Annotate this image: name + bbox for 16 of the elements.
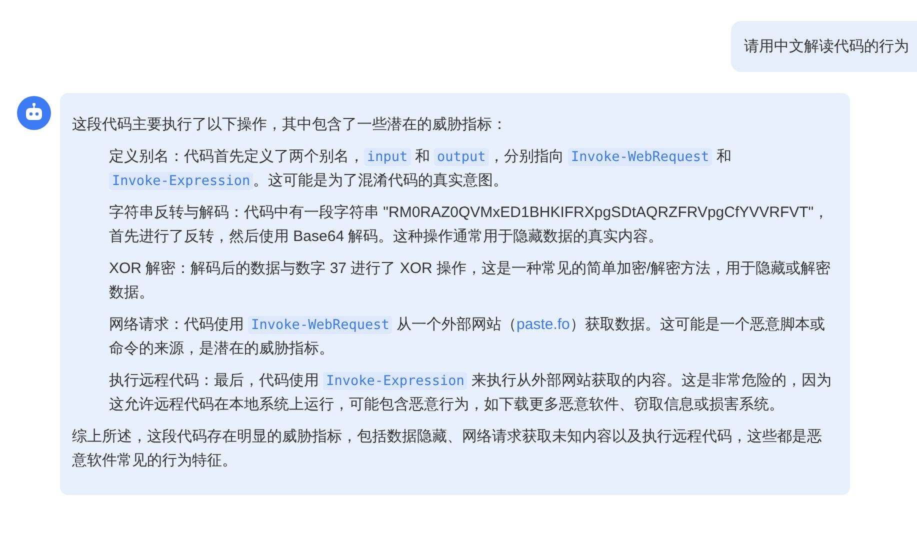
list-item-text: 字符串反转与解码：代码中有一段字符串 "RM0RAZ0QVMxED1BHKIFRXpgSDtAQRZFRVpgCfYVVRFVT"，首先进行了反转，然后使用 Base64 解码。这种操作通常用于隐藏数据的真实内容。 — [109, 203, 830, 247]
user-message: 请用中文解读代码的行为 — [731, 21, 917, 72]
inline-code: input — [364, 148, 411, 166]
list-item-text: 执行远程代码：最后，代码使用 Invoke-Expression 来执行从外部网站获取的内容。这是非常危险的，因为这允许远程代码在本地系统上运行，可能包含恶意行为，如下载更多恶意软件、窃取信息或损害系统。 — [109, 371, 832, 415]
inline-code: Invoke-WebRequest — [568, 148, 712, 166]
robot-avatar-icon — [17, 96, 51, 130]
link[interactable]: paste.fo — [516, 316, 570, 333]
inline-code: Invoke-WebRequest — [248, 316, 392, 334]
summary-text: 综上所述，这段代码存在明显的威胁指标，包括数据隐藏、网络请求获取未知内容以及执行远程代码，这些都是恶意软件常见的行为特征。 — [72, 427, 823, 471]
list-item-text: 网络请求：代码使用 Invoke-WebRequest 从一个外部网站（paste.fo）获取数据。这可能是一个恶意脚本或命令的来源，是潜在的威胁指标。 — [109, 315, 826, 359]
inline-code: Invoke-Expression — [109, 172, 254, 190]
list-item-text: XOR 解密：解码后的数据与数字 37 进行了 XOR 操作，这是一种常见的简单加密/解密方法，用于隐藏或解密数据。 — [109, 259, 832, 303]
intro-text: 这段代码主要执行了以下操作，其中包含了一些潜在的威胁指标： — [72, 115, 508, 135]
list-item-text: 定义别名：代码首先定义了两个别名， input 和 output ，分别指向 Invoke-WebRequest 和 Invoke-Expression 。这可能是为了混淆代码的真实意图。 — [109, 147, 732, 192]
inline-code: output — [434, 148, 489, 166]
inline-code: Invoke-Expression — [323, 372, 468, 390]
